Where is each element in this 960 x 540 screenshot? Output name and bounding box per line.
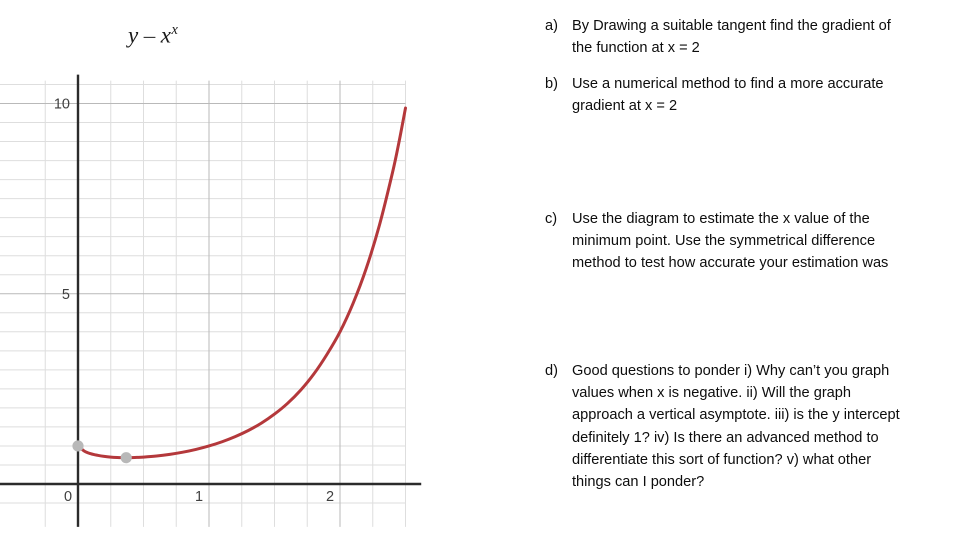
- question-text-b: Use a numerical method to find a more ac…: [572, 76, 884, 115]
- question-text-a: By Drawing a suitable tangent find the g…: [572, 18, 891, 57]
- marked-points: [72, 440, 132, 464]
- graph-panel: y – xx 0 1 2 5 10: [0, 0, 460, 540]
- x-tick-label: 0: [64, 489, 72, 505]
- question-item-c: c) Use the diagram to estimate the x val…: [545, 208, 905, 275]
- y-tick-label: 5: [62, 287, 70, 303]
- question-text-d: Good questions to ponder i) Why can’t yo…: [572, 363, 900, 490]
- question-item-b: b) Use a numerical method to find a more…: [545, 73, 905, 117]
- slide-page: y – xx 0 1 2 5 10 a) By Drawing a suitable tan…: [0, 0, 960, 540]
- question-marker-a: a): [545, 18, 558, 34]
- question-item-a: a) By Drawing a suitable tangent find th…: [545, 15, 905, 59]
- x-tick-label: 2: [326, 489, 334, 505]
- question-marker-d: d): [545, 363, 558, 379]
- minor-gridlines: [0, 80, 406, 527]
- y-tick-label: 10: [54, 97, 70, 113]
- question-marker-b: b): [545, 76, 558, 92]
- plot-point-y-intercept: [72, 440, 84, 452]
- question-text-c: Use the diagram to estimate the x value …: [572, 211, 889, 272]
- function-plot: 0 1 2 5 10: [0, 74, 422, 527]
- question-item-d: d) Good questions to ponder i) Why can’t…: [545, 360, 905, 493]
- x-tick-label: 1: [195, 489, 203, 505]
- question-marker-c: c): [545, 211, 558, 227]
- major-gridlines: [0, 80, 406, 527]
- plot-point-minimum: [120, 452, 132, 464]
- tick-labels: 0 1 2 5 10: [54, 97, 334, 506]
- questions-panel: a) By Drawing a suitable tangent find th…: [545, 0, 917, 540]
